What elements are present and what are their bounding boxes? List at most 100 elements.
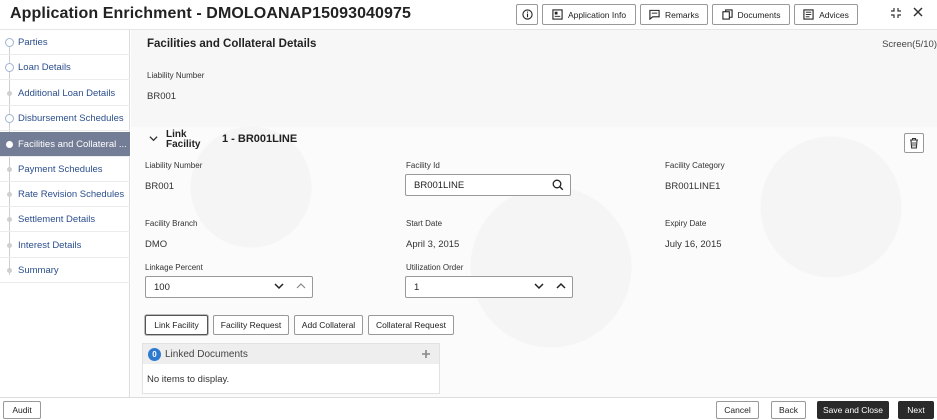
stepper-controls [534,281,566,291]
step-pending-icon [7,192,12,197]
info-icon [521,9,533,20]
facility-category-value: BR001LINE1 [665,181,721,192]
footer-bar: Audit Cancel Back Save and Close Next [0,397,937,420]
step-complete-icon [5,114,14,123]
application-info-icon [552,9,563,20]
close-icon[interactable] [912,6,924,21]
sidebar-item-facilities-and-collateral[interactable]: Facilities and Collateral ... [0,132,130,157]
add-collateral-button[interactable]: Add Collateral [294,315,363,335]
utilization-order-value: 1 [414,281,420,293]
facility-id-value: BR001LINE [414,179,465,191]
sidebar-item-payment-schedules[interactable]: Payment Schedules [0,157,130,182]
sidebar: Parties Loan Details Additional Loan Det… [0,30,130,397]
advices-button[interactable]: Advices [794,4,858,25]
linked-documents-panel: 0 Linked Documents No items to display. [142,343,440,394]
cancel-button[interactable]: Cancel [716,401,759,419]
facility-id-field[interactable]: BR001LINE [405,174,571,196]
sidebar-item-label: Additional Loan Details [18,87,116,99]
facility-id-label: Facility Id [406,161,440,170]
advices-icon [803,9,814,20]
add-document-icon[interactable] [421,346,431,362]
documents-button[interactable]: Documents [712,4,790,25]
linkage-percent-value: 100 [154,281,170,293]
sidebar-item-interest-details[interactable]: Interest Details [0,233,130,258]
search-icon[interactable] [552,179,564,191]
remarks-button[interactable]: Remarks [640,4,708,25]
linkage-percent-input[interactable]: 100 [145,276,313,298]
page-title: Application Enrichment - DMOLOANAP150930… [10,5,412,22]
next-button[interactable]: Next [898,401,934,419]
delete-button[interactable] [904,133,924,153]
link-facility-label-line2: Facility [166,139,201,150]
sidebar-item-label: Settlement Details [18,213,96,225]
remarks-label: Remarks [664,9,699,20]
facility-liability-number-label: Liability Number [145,161,203,170]
liability-number-label: Liability Number [147,71,205,80]
sidebar-item-parties[interactable]: Parties [0,30,130,55]
start-date-label: Start Date [406,219,443,228]
sidebar-item-summary[interactable]: Summary [0,258,130,283]
sidebar-item-disbursement-schedules[interactable]: Disbursement Schedules [0,106,130,131]
screen-counter: Screen(5/10) [882,39,937,50]
expiry-date-value: July 16, 2015 [665,239,722,250]
sidebar-item-rate-revision-schedules[interactable]: Rate Revision Schedules [0,182,130,207]
sidebar-item-label: Loan Details [18,61,71,73]
application-info-button[interactable]: Application Info [542,4,636,25]
chevron-down-icon[interactable] [274,281,284,291]
sidebar-item-label: Rate Revision Schedules [18,188,125,200]
sidebar-item-label: Parties [18,36,48,48]
linked-documents-header: 0 Linked Documents [143,344,439,364]
link-facility-header[interactable]: Link Facility [149,130,200,150]
facility-request-button[interactable]: Facility Request [213,315,289,335]
back-button[interactable]: Back [771,401,806,419]
advices-label: Advices [819,9,849,20]
step-pending-icon [7,217,12,222]
chevron-up-icon[interactable] [556,281,566,291]
utilization-order-input[interactable]: 1 [405,276,573,298]
step-complete-icon [5,38,14,47]
sidebar-item-label: Payment Schedules [18,163,103,175]
save-and-close-button[interactable]: Save and Close [817,401,889,419]
info-button[interactable] [516,4,538,25]
step-pending-icon [7,91,12,96]
app-header: Application Enrichment - DMOLOANAP150930… [0,0,937,30]
stepper-controls [274,281,306,291]
documents-icon [721,9,733,20]
linked-documents-count: 0 [148,347,161,361]
facility-branch-label: Facility Branch [145,219,198,228]
utilization-order-label: Utilization Order [406,263,464,272]
chevron-down-icon[interactable] [534,281,544,291]
sidebar-item-label: Summary [18,264,59,276]
expiry-date-label: Expiry Date [665,219,707,228]
documents-label: Documents [737,9,781,20]
link-facility-label: Link Facility [166,130,200,150]
step-pending-icon [7,268,12,273]
link-facility-button[interactable]: Link Facility [145,315,208,335]
start-date-value: April 3, 2015 [406,239,460,250]
chevron-down-icon[interactable] [149,134,158,146]
step-pending-icon [7,167,12,172]
application-info-label: Application Info [567,9,627,20]
facility-branch-value: DMO [145,239,168,250]
step-current-icon [6,141,13,148]
linked-documents-title: Linked Documents [165,348,248,360]
trash-icon [910,137,918,149]
remarks-icon [649,9,660,20]
collateral-request-button[interactable]: Collateral Request [368,315,454,335]
main-content: Facilities and Collateral Details Screen… [131,30,937,397]
sidebar-item-label: Facilities and Collateral ... [18,138,127,150]
section-title: Facilities and Collateral Details [147,38,317,50]
sidebar-item-label: Interest Details [18,239,82,251]
facility-liability-number-value: BR001 [145,181,175,192]
sidebar-item-loan-details[interactable]: Loan Details [0,55,130,80]
chevron-up-icon[interactable] [296,281,306,291]
minimize-icon[interactable] [890,7,902,22]
linked-documents-empty: No items to display. [147,374,230,385]
sidebar-item-label: Disbursement Schedules [18,112,124,124]
step-complete-icon [5,63,14,72]
linkage-percent-label: Linkage Percent [145,263,203,272]
sidebar-item-settlement-details[interactable]: Settlement Details [0,207,130,232]
step-pending-icon [7,243,12,248]
audit-button[interactable]: Audit [3,401,41,419]
sidebar-item-additional-loan-details[interactable]: Additional Loan Details [0,81,130,106]
